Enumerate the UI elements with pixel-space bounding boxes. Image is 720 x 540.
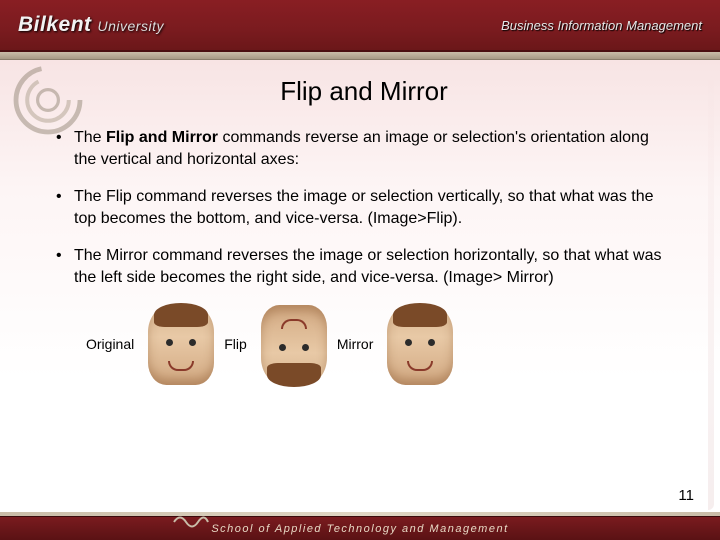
example-label-original: Original bbox=[86, 335, 134, 354]
example-image-flip bbox=[261, 305, 327, 385]
example-label-mirror: Mirror bbox=[337, 335, 374, 354]
slide-title: Flip and Mirror bbox=[54, 74, 674, 109]
department-label: Business Information Management bbox=[501, 18, 702, 33]
example-image-mirror bbox=[387, 305, 453, 385]
bullet-list: The Flip and Mirror commands reverse an … bbox=[54, 127, 674, 289]
examples-row: Original Flip Mirror bbox=[84, 305, 674, 385]
header-subbar bbox=[0, 52, 720, 60]
header-bar: Bilkent University Business Information … bbox=[0, 0, 720, 52]
brand-main: Bilkent bbox=[18, 13, 92, 37]
bullet-pre: The bbox=[74, 129, 106, 146]
brand-sub: University bbox=[98, 18, 164, 34]
bullet-text: The Mirror command reverses the image or… bbox=[74, 247, 662, 286]
right-ornament bbox=[708, 62, 714, 510]
bullet-item: The Mirror command reverses the image or… bbox=[54, 245, 674, 288]
bullet-bold: Flip and Mirror bbox=[106, 129, 218, 146]
bullet-text: The Flip command reverses the image or s… bbox=[74, 188, 654, 227]
example-label-flip: Flip bbox=[224, 335, 247, 354]
bullet-item: The Flip and Mirror commands reverse an … bbox=[54, 127, 674, 170]
knot-ornament-icon bbox=[170, 513, 210, 531]
slide-content: Flip and Mirror The Flip and Mirror comm… bbox=[54, 74, 674, 385]
brand: Bilkent University bbox=[18, 13, 164, 37]
page-number: 11 bbox=[678, 487, 694, 504]
footer-text: School of Applied Technology and Managem… bbox=[211, 523, 508, 535]
bullet-item: The Flip command reverses the image or s… bbox=[54, 186, 674, 229]
example-image-original bbox=[148, 305, 214, 385]
footer-bar: School of Applied Technology and Managem… bbox=[0, 516, 720, 540]
